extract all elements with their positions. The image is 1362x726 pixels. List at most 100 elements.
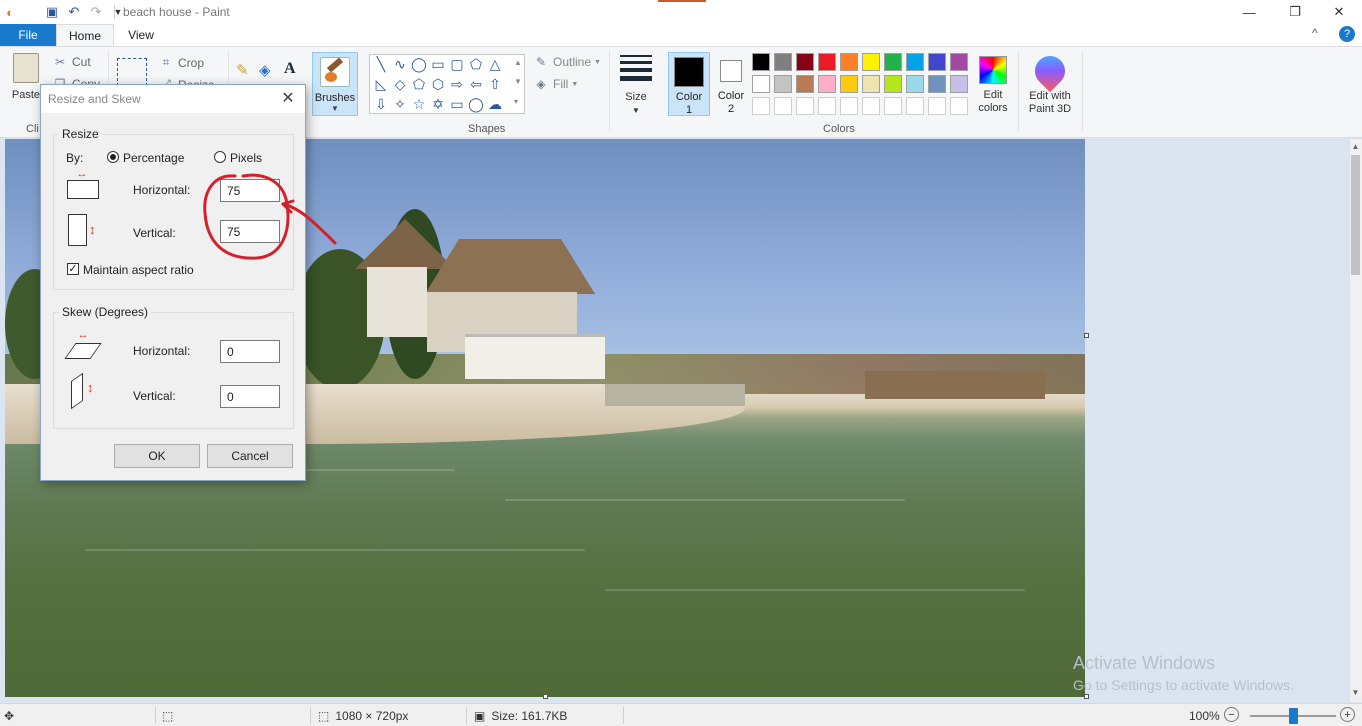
save-icon[interactable]: ▣ [44, 4, 60, 20]
outline-button[interactable]: ✎ Outline ▼ [533, 55, 601, 69]
restore-button[interactable]: ❐ [1272, 0, 1318, 24]
rectangle-shape-icon[interactable]: ▭ [429, 55, 447, 73]
callout-oval-shape-icon[interactable]: ◯ [467, 95, 485, 113]
close-button[interactable]: ✕ [1316, 0, 1362, 24]
color2-button[interactable]: Color 2 [712, 52, 750, 116]
pentagon-shape-icon[interactable]: ⬠ [410, 75, 428, 93]
shapes-more-icon[interactable]: ▾ [514, 97, 518, 106]
palette-swatch[interactable] [774, 75, 792, 93]
palette-swatch[interactable] [906, 75, 924, 93]
edit-colors-button[interactable]: Edit colors [972, 53, 1014, 115]
minimize-button[interactable]: — [1226, 0, 1272, 24]
scroll-thumb[interactable] [1351, 155, 1360, 275]
left-arrow-shape-icon[interactable]: ⇦ [467, 75, 485, 93]
paste-button[interactable]: Paste [8, 53, 44, 102]
tab-home[interactable]: Home [56, 24, 114, 46]
palette-swatch[interactable] [796, 97, 814, 115]
palette-swatch[interactable] [862, 53, 880, 71]
resize-horizontal-input[interactable] [220, 179, 280, 202]
redo-icon[interactable]: ↷ [88, 4, 104, 20]
up-arrow-shape-icon[interactable]: ⇧ [486, 75, 504, 93]
four-point-star-shape-icon[interactable]: ✧ [391, 95, 409, 113]
select-icon[interactable] [117, 58, 147, 86]
help-icon[interactable]: ? [1339, 26, 1355, 42]
rounded-rectangle-shape-icon[interactable]: ▢ [448, 55, 466, 73]
resize-handle-right[interactable] [1084, 333, 1089, 338]
palette-swatch[interactable] [774, 53, 792, 71]
palette-swatch[interactable] [928, 97, 946, 115]
palette-swatch[interactable] [796, 75, 814, 93]
dimensions-icon: ⬚ [318, 709, 330, 723]
pencil-icon[interactable]: ✎ [236, 61, 249, 79]
palette-swatch[interactable] [840, 53, 858, 71]
six-point-star-shape-icon[interactable]: ✡ [429, 95, 447, 113]
shapes-scroll-down-icon[interactable]: ▼ [514, 77, 522, 86]
pixels-radio[interactable] [214, 151, 226, 163]
palette-swatch[interactable] [796, 53, 814, 71]
palette-swatch[interactable] [752, 97, 770, 115]
zoom-in-button[interactable]: + [1340, 707, 1355, 722]
palette-swatch[interactable] [906, 53, 924, 71]
triangle-shape-icon[interactable]: △ [486, 55, 504, 73]
palette-swatch[interactable] [950, 53, 968, 71]
palette-swatch[interactable] [818, 97, 836, 115]
skew-vertical-input[interactable] [220, 385, 280, 408]
callout-rect-shape-icon[interactable]: ▭ [448, 95, 466, 113]
palette-swatch[interactable] [752, 53, 770, 71]
palette-swatch[interactable] [906, 97, 924, 115]
callout-cloud-shape-icon[interactable]: ☁ [486, 95, 504, 113]
zoom-slider-thumb[interactable] [1288, 708, 1298, 724]
resize-handle-bottom[interactable] [543, 694, 548, 699]
palette-swatch[interactable] [884, 75, 902, 93]
collapse-ribbon-icon[interactable]: ^ [1312, 26, 1318, 40]
color1-button[interactable]: Color 1 [668, 52, 710, 116]
line-shape-icon[interactable]: ╲ [372, 55, 390, 73]
scroll-up-icon[interactable]: ▲ [1349, 142, 1362, 156]
text-tool-icon[interactable]: A [284, 60, 296, 78]
palette-swatch[interactable] [840, 97, 858, 115]
palette-swatch[interactable] [818, 53, 836, 71]
maintain-aspect-checkbox[interactable]: ✓ [67, 263, 79, 275]
crop-button[interactable]: ⌗ Crop [158, 55, 204, 70]
fill-bucket-icon[interactable]: ◈ [259, 61, 271, 79]
edit-with-paint3d-button[interactable]: Edit with Paint 3D [1024, 49, 1076, 116]
size-button[interactable]: Size ▼ [616, 53, 656, 117]
down-arrow-shape-icon[interactable]: ⇩ [372, 95, 390, 113]
tab-file[interactable]: File [0, 24, 56, 46]
palette-swatch[interactable] [818, 75, 836, 93]
palette-swatch[interactable] [950, 97, 968, 115]
five-point-star-shape-icon[interactable]: ☆ [410, 95, 428, 113]
percentage-radio[interactable] [107, 151, 119, 163]
palette-swatch[interactable] [928, 53, 946, 71]
cancel-button[interactable]: Cancel [207, 444, 293, 468]
palette-swatch[interactable] [884, 53, 902, 71]
shapes-scroll-up-icon[interactable]: ▲ [514, 58, 522, 67]
palette-swatch[interactable] [862, 75, 880, 93]
undo-icon[interactable]: ↶ [66, 4, 82, 20]
palette-swatch[interactable] [928, 75, 946, 93]
polygon-shape-icon[interactable]: ⬠ [467, 55, 485, 73]
palette-swatch[interactable] [840, 75, 858, 93]
zoom-out-button[interactable]: − [1224, 707, 1239, 722]
palette-swatch[interactable] [950, 75, 968, 93]
tab-view[interactable]: View [114, 24, 168, 46]
skew-horizontal-input[interactable] [220, 340, 280, 363]
diamond-shape-icon[interactable]: ◇ [391, 75, 409, 93]
palette-swatch[interactable] [774, 97, 792, 115]
dialog-close-icon[interactable]: ✕ [277, 88, 299, 110]
palette-swatch[interactable] [752, 75, 770, 93]
palette-swatch[interactable] [862, 97, 880, 115]
scroll-down-icon[interactable]: ▼ [1349, 688, 1362, 702]
cut-button[interactable]: ✂ Cut [52, 55, 91, 69]
hexagon-shape-icon[interactable]: ⬡ [429, 75, 447, 93]
palette-swatch[interactable] [884, 97, 902, 115]
right-arrow-shape-icon[interactable]: ⇨ [448, 75, 466, 93]
ok-button[interactable]: OK [114, 444, 200, 468]
brushes-button[interactable]: Brushes ▼ [312, 52, 358, 116]
resize-vertical-input[interactable] [220, 220, 280, 243]
fill-button[interactable]: ◈ Fill ▼ [533, 77, 578, 91]
right-triangle-shape-icon[interactable]: ◺ [372, 75, 390, 93]
resize-handle-corner[interactable] [1084, 694, 1089, 699]
curve-shape-icon[interactable]: ∿ [391, 55, 409, 73]
oval-shape-icon[interactable]: ◯ [410, 55, 428, 73]
